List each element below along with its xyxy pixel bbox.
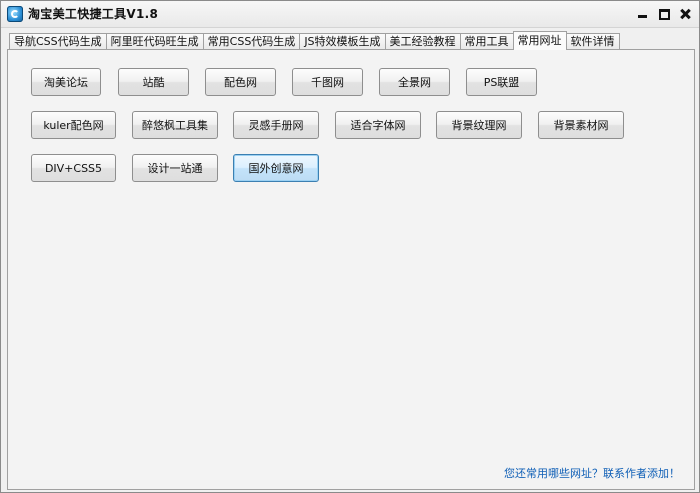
tab-software-info[interactable]: 软件详情	[565, 33, 620, 50]
link-button-foreign-creative[interactable]: 国外创意网	[233, 154, 319, 182]
tab-common-css[interactable]: 常用CSS代码生成	[202, 33, 301, 50]
app-logo-icon	[7, 6, 23, 22]
link-button-qiantu[interactable]: 千图网	[292, 68, 363, 96]
link-button-inspiration-manual[interactable]: 灵感手册网	[233, 111, 319, 139]
link-button-bg-texture[interactable]: 背景纹理网	[436, 111, 522, 139]
title-bar[interactable]: 淘宝美工快捷工具V1.8	[1, 1, 699, 28]
urls-panel: 淘美论坛 站酷 配色网 千图网 全景网 PS联盟 kuler配色网 醉悠枫工具集…	[7, 49, 695, 490]
tab-aliwangwang[interactable]: 阿里旺代码旺生成	[105, 33, 204, 50]
link-button-zuiyoufeng-tools[interactable]: 醉悠枫工具集	[132, 111, 218, 139]
minimize-icon[interactable]	[637, 5, 649, 23]
link-button-div-css5[interactable]: DIV+CSS5	[31, 154, 116, 182]
tab-nav-css[interactable]: 导航CSS代码生成	[9, 33, 107, 50]
link-button-design-station[interactable]: 设计一站通	[132, 154, 218, 182]
link-button-zcool[interactable]: 站酷	[118, 68, 189, 96]
link-button-kuler[interactable]: kuler配色网	[31, 111, 116, 139]
tab-design-tutorials[interactable]: 美工经验教程	[384, 33, 461, 50]
link-button-fonts[interactable]: 适合字体网	[335, 111, 421, 139]
link-button-taomei-forum[interactable]: 淘美论坛	[31, 68, 101, 96]
window-title: 淘宝美工快捷工具V1.8	[28, 7, 159, 21]
app-window: 淘宝美工快捷工具V1.8 导航CSS代码生成 阿里旺代码旺生成 常用CSS代码生…	[0, 0, 700, 493]
link-button-peise[interactable]: 配色网	[205, 68, 276, 96]
maximize-icon[interactable]	[658, 5, 670, 23]
tab-js-effects[interactable]: JS特效模板生成	[299, 33, 386, 50]
link-button-bg-material[interactable]: 背景素材网	[538, 111, 624, 139]
close-icon[interactable]	[679, 5, 691, 23]
contact-author-link[interactable]: 您还常用哪些网址？联系作者添加！	[504, 465, 680, 481]
link-button-quanjing[interactable]: 全景网	[379, 68, 450, 96]
link-button-ps-union[interactable]: PS联盟	[466, 68, 537, 96]
tab-common-urls[interactable]: 常用网址	[512, 31, 567, 50]
window-controls	[637, 5, 691, 23]
tab-strip: 导航CSS代码生成 阿里旺代码旺生成 常用CSS代码生成 JS特效模板生成 美工…	[9, 31, 620, 50]
tab-common-tools[interactable]: 常用工具	[459, 33, 514, 50]
